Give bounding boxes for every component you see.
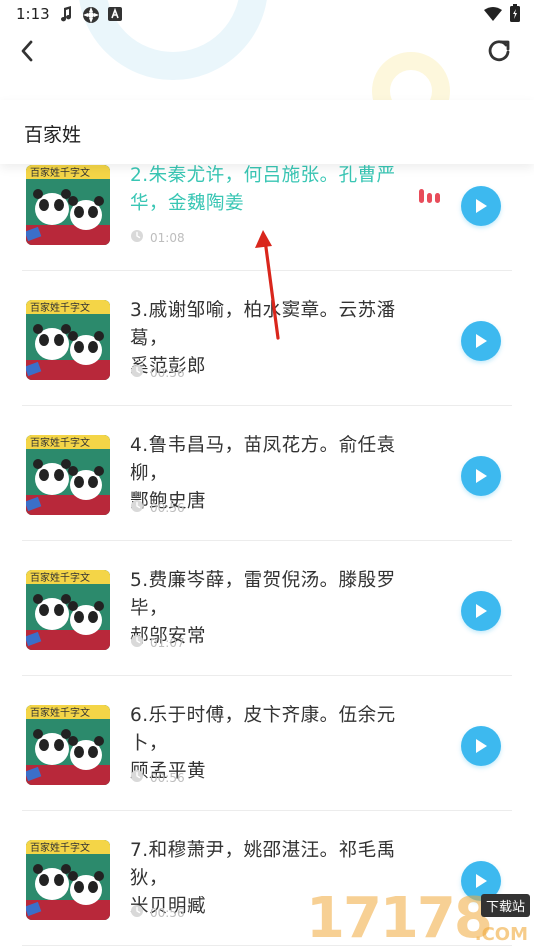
duration-text: 00:56 xyxy=(150,500,185,515)
play-icon xyxy=(476,739,487,753)
status-time: 1:13 xyxy=(16,5,50,23)
status-bar: 1:13 xyxy=(0,0,534,28)
track-thumbnail: 百家姓千字文 xyxy=(26,435,110,515)
list-item[interactable]: 百家姓千字文 6.乐于时傅，皮卞齐康。伍余元卜， 顾孟平黄 00:56 xyxy=(0,676,534,811)
play-icon xyxy=(476,604,487,618)
watermark-suffix: .COM xyxy=(474,924,528,945)
clock-icon xyxy=(130,769,144,786)
play-button[interactable] xyxy=(461,726,501,766)
title-card: 百家姓 xyxy=(0,100,534,164)
track-duration: 00:56 xyxy=(130,364,185,381)
battery-icon xyxy=(510,4,520,26)
duration-text: 00:56 xyxy=(150,770,185,785)
svg-text:百家姓千字文: 百家姓千字文 xyxy=(30,706,90,719)
watermark-badge: 下载站 xyxy=(480,894,530,917)
track-thumbnail: 百家姓千字文 xyxy=(26,165,110,245)
list-item[interactable]: 百家姓千字文 4.鲁韦昌马，苗凤花方。俞任袁柳， 酆鲍史唐 00:56 xyxy=(0,406,534,541)
play-button[interactable] xyxy=(461,591,501,631)
settings-app-icon xyxy=(82,6,100,28)
svg-text:百家姓千字文: 百家姓千字文 xyxy=(30,841,90,854)
verse-line-1: 7.和穆萧尹，姚邵湛汪。祁毛禹狄， xyxy=(130,840,396,889)
clock-icon xyxy=(130,499,144,516)
refresh-icon xyxy=(488,40,510,62)
play-button[interactable] xyxy=(461,321,501,361)
chevron-left-icon xyxy=(21,40,33,62)
duration-text: 01:07 xyxy=(150,635,185,650)
wifi-icon xyxy=(484,6,502,25)
track-verse: 2.朱秦尤许，何吕施张。孔曹严 华，金魏陶姜 xyxy=(130,162,420,218)
a-box-icon xyxy=(108,6,122,25)
svg-text:百家姓千字文: 百家姓千字文 xyxy=(30,436,90,449)
clock-icon xyxy=(130,364,144,381)
music-note-icon xyxy=(60,6,72,26)
play-icon xyxy=(476,334,487,348)
svg-text:百家姓千字文: 百家姓千字文 xyxy=(30,571,90,584)
equalizer-icon xyxy=(419,189,440,203)
page-title: 百家姓 xyxy=(24,124,82,146)
verse-line-1: 4.鲁韦昌马，苗凤花方。俞任袁柳， xyxy=(130,435,396,484)
duration-text: 01:08 xyxy=(150,230,185,245)
back-button[interactable] xyxy=(12,36,42,66)
track-duration: 00:56 xyxy=(130,769,185,786)
clock-icon xyxy=(130,904,144,921)
track-duration: 01:08 xyxy=(130,229,185,246)
verse-line-1: 2.朱秦尤许，何吕施张。孔曹严 xyxy=(130,165,396,186)
duration-text: 00:56 xyxy=(150,365,185,380)
list-item[interactable]: 百家姓千字文 5.费廉岑薛，雷贺倪汤。滕殷罗毕， 郝邬安常 01:07 xyxy=(0,541,534,676)
track-thumbnail: 百家姓千字文 xyxy=(26,840,110,920)
verse-line-1: 6.乐于时傅，皮卞齐康。伍余元卜， xyxy=(130,705,396,754)
refresh-button[interactable] xyxy=(484,36,514,66)
duration-text: 00:56 xyxy=(150,905,185,920)
watermark-text: 17178 xyxy=(306,886,493,950)
clock-icon xyxy=(130,229,144,246)
annotation-arrow-icon xyxy=(255,230,280,340)
track-thumbnail: 百家姓千字文 xyxy=(26,705,110,785)
play-button[interactable] xyxy=(461,456,501,496)
track-duration: 00:56 xyxy=(130,499,185,516)
track-thumbnail: 百家姓千字文 xyxy=(26,300,110,380)
verse-line-2: 华，金魏陶姜 xyxy=(130,193,245,214)
clock-icon xyxy=(130,634,144,651)
track-duration: 01:07 xyxy=(130,634,185,651)
play-icon xyxy=(476,199,487,213)
watermark-logo: 17178 下载站 .COM xyxy=(306,886,534,950)
svg-text:百家姓千字文: 百家姓千字文 xyxy=(30,301,90,314)
play-button[interactable] xyxy=(461,186,501,226)
track-thumbnail: 百家姓千字文 xyxy=(26,570,110,650)
verse-line-1: 5.费廉岑薛，雷贺倪汤。滕殷罗毕， xyxy=(130,570,396,619)
play-icon xyxy=(476,469,487,483)
svg-text:百家姓千字文: 百家姓千字文 xyxy=(30,166,90,179)
track-duration: 00:56 xyxy=(130,904,185,921)
